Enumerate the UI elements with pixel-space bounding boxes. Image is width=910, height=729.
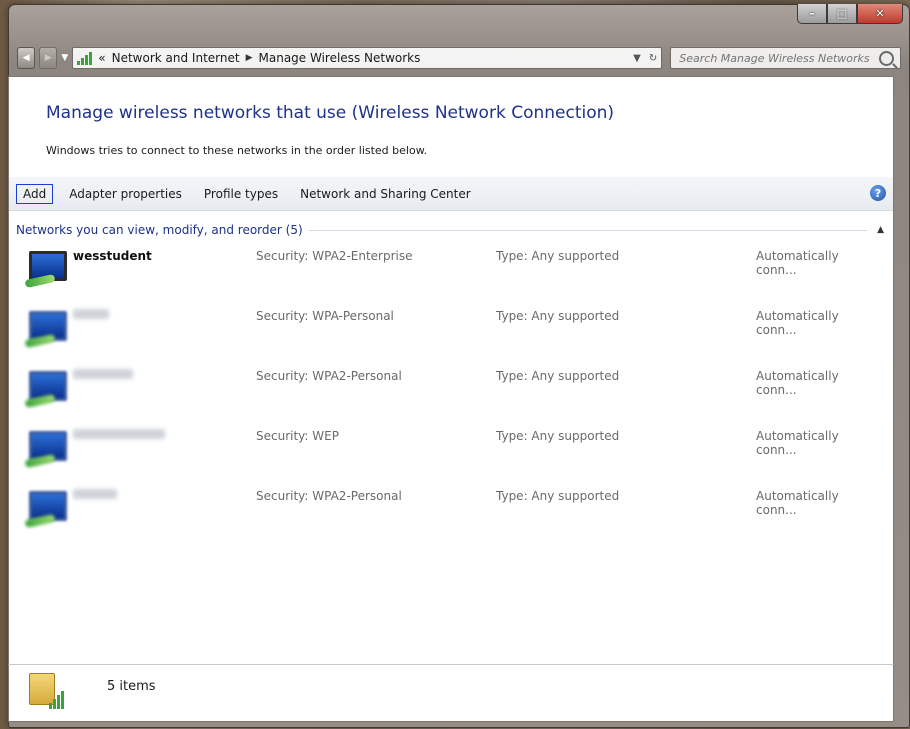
search-box[interactable] bbox=[670, 47, 901, 69]
network-security: Security: WPA-Personal bbox=[256, 309, 394, 323]
network-monitor-icon bbox=[21, 307, 67, 353]
maximize-button[interactable]: □ bbox=[827, 4, 857, 24]
network-name-redacted bbox=[73, 309, 109, 319]
network-row[interactable]: Security: WPA2-Personal Type: Any suppor… bbox=[21, 367, 881, 427]
command-bar: Add Adapter properties Profile types Net… bbox=[9, 177, 893, 211]
network-type: Type: Any supported bbox=[496, 309, 620, 323]
page-subtitle: Windows tries to connect to these networ… bbox=[46, 144, 428, 157]
network-row[interactable]: wesstudent Security: WPA2-Enterprise Typ… bbox=[21, 247, 881, 307]
network-monitor-icon bbox=[21, 487, 67, 533]
collapse-chevron-icon[interactable]: ▲ bbox=[877, 225, 884, 235]
network-row[interactable]: Security: WPA-Personal Type: Any support… bbox=[21, 307, 881, 367]
item-count: 5 items bbox=[107, 679, 156, 694]
back-button[interactable]: ◀ bbox=[17, 47, 36, 69]
breadcrumb-manage-wireless-networks[interactable]: Manage Wireless Networks bbox=[259, 51, 421, 65]
network-group-header[interactable]: Networks you can view, modify, and reord… bbox=[16, 223, 884, 237]
network-and-sharing-center-button[interactable]: Network and Sharing Center bbox=[294, 185, 477, 203]
caption-buttons: – □ ✕ bbox=[797, 4, 903, 24]
network-connection-mode: Automatically conn... bbox=[756, 309, 839, 337]
network-monitor-icon bbox=[21, 367, 67, 413]
help-icon[interactable]: ? bbox=[870, 185, 886, 201]
profile-types-button[interactable]: Profile types bbox=[198, 185, 284, 203]
network-connection-mode: Automatically conn... bbox=[756, 369, 839, 397]
network-name-redacted bbox=[73, 489, 117, 499]
group-header-divider bbox=[308, 229, 868, 231]
details-pane: 5 items bbox=[8, 664, 894, 722]
network-security: Security: WPA2-Personal bbox=[256, 369, 402, 383]
address-dropdown-icon[interactable]: ▼ bbox=[633, 53, 641, 64]
network-type: Type: Any supported bbox=[496, 249, 620, 263]
network-connection-mode: Automatically conn... bbox=[756, 489, 839, 517]
network-security: Security: WPA2-Personal bbox=[256, 489, 402, 503]
network-type: Type: Any supported bbox=[496, 489, 620, 503]
navigation-bar: ◀ ▶ ▼ « Network and Internet ▶ Manage Wi… bbox=[17, 45, 901, 71]
network-name-redacted bbox=[73, 429, 165, 439]
network-type: Type: Any supported bbox=[496, 369, 620, 383]
network-security: Security: WEP bbox=[256, 429, 339, 443]
wireless-signal-icon bbox=[77, 51, 93, 65]
network-name-redacted bbox=[73, 369, 133, 379]
network-row[interactable]: Security: WPA2-Personal Type: Any suppor… bbox=[21, 487, 881, 547]
breadcrumb-separator-icon[interactable]: ▶ bbox=[246, 53, 253, 63]
network-monitor-icon bbox=[21, 427, 67, 473]
recent-pages-dropdown[interactable]: ▼ bbox=[61, 53, 68, 63]
page-title: Manage wireless networks that use (Wirel… bbox=[46, 103, 615, 123]
close-button[interactable]: ✕ bbox=[857, 4, 903, 24]
refresh-icon[interactable]: ↻ bbox=[649, 53, 657, 64]
network-connection-mode: Automatically conn... bbox=[756, 249, 839, 277]
network-connection-mode: Automatically conn... bbox=[756, 429, 839, 457]
address-controls: ▼ ↻ bbox=[633, 53, 657, 64]
network-name: wesstudent bbox=[73, 249, 152, 263]
adapter-properties-button[interactable]: Adapter properties bbox=[63, 185, 188, 203]
minimize-button[interactable]: – bbox=[797, 4, 827, 24]
network-row[interactable]: Security: WEP Type: Any supported Automa… bbox=[21, 427, 881, 487]
address-bar[interactable]: « Network and Internet ▶ Manage Wireless… bbox=[72, 47, 663, 69]
network-security: Security: WPA2-Enterprise bbox=[256, 249, 413, 263]
search-icon[interactable] bbox=[879, 50, 894, 66]
network-monitor-icon bbox=[21, 247, 67, 293]
breadcrumb-overflow[interactable]: « bbox=[98, 51, 105, 65]
forward-button[interactable]: ▶ bbox=[39, 47, 58, 69]
group-header-label: Networks you can view, modify, and reord… bbox=[16, 223, 303, 237]
content-pane: Manage wireless networks that use (Wirel… bbox=[8, 76, 894, 698]
search-input[interactable] bbox=[677, 50, 879, 66]
add-button[interactable]: Add bbox=[16, 183, 54, 204]
breadcrumb-network-and-internet[interactable]: Network and Internet bbox=[112, 51, 240, 65]
signal-bars-icon bbox=[49, 689, 64, 709]
network-type: Type: Any supported bbox=[496, 429, 620, 443]
